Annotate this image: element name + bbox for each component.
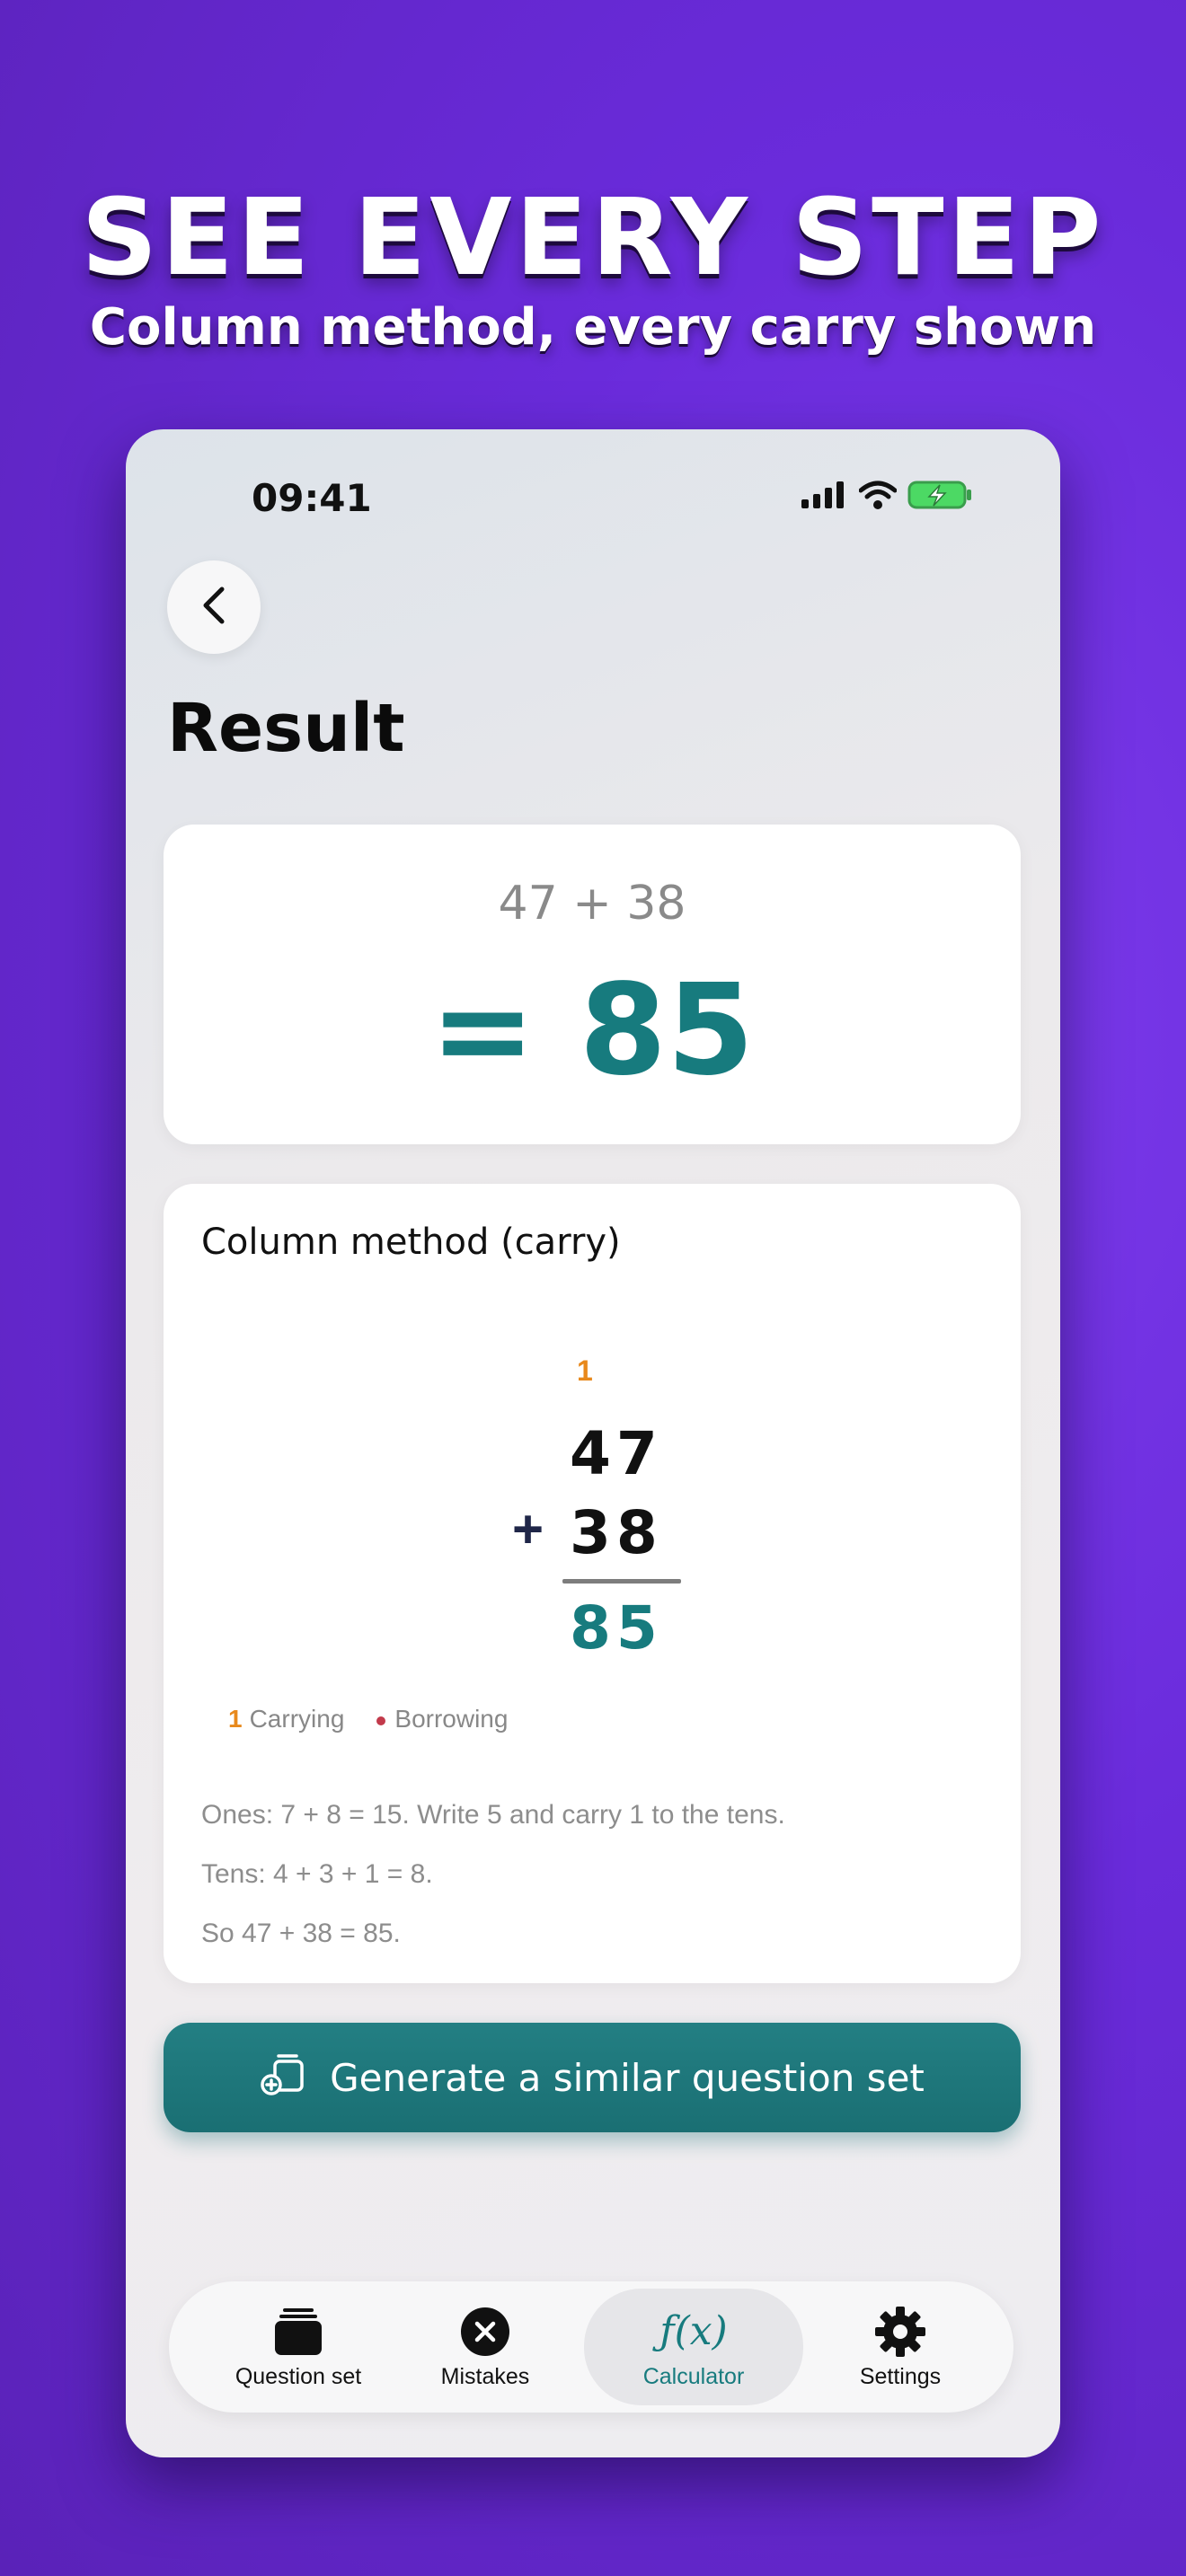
method-legend: 1 Carrying Borrowing: [228, 1705, 508, 1734]
wifi-icon: [858, 481, 898, 514]
tab-label: Settings: [859, 2363, 942, 2389]
legend-borrow-label: Borrowing: [394, 1705, 509, 1733]
legend-carry-mark: 1: [228, 1705, 243, 1733]
promo-subline: Column method, every carry shown: [89, 298, 1097, 357]
new-question-set-icon: [260, 2050, 306, 2105]
stack-icon: [271, 2305, 325, 2359]
first-number: 47: [570, 1419, 663, 1488]
back-button[interactable]: [167, 560, 261, 654]
tab-label: Mistakes: [440, 2363, 530, 2389]
step-ones: Ones: 7 + 8 = 15. Write 5 and carry 1 to…: [201, 1800, 785, 1830]
tab-bar: Question set Mistakes ƒ(x) Calculator Se…: [169, 2281, 1013, 2413]
column-method-card: Column method (carry) 1 47 + 38 85 1 Carr…: [164, 1184, 1021, 1983]
method-title: Column method (carry): [201, 1222, 621, 1263]
step-summary: So 47 + 38 = 85.: [201, 1919, 401, 1948]
gear-icon: [873, 2305, 927, 2359]
chevron-left-icon: [199, 586, 229, 630]
battery-charging-icon: [907, 480, 974, 515]
page-title: Result: [167, 690, 405, 767]
step-tens: Tens: 4 + 3 + 1 = 8.: [201, 1859, 433, 1889]
generate-similar-button[interactable]: Generate a similar question set: [164, 2023, 1021, 2132]
signal-icon: [801, 481, 848, 513]
generate-label: Generate a similar question set: [330, 2055, 925, 2100]
legend-borrowing: Borrowing: [376, 1705, 508, 1734]
tab-label: Calculator: [642, 2363, 745, 2389]
tab-calculator[interactable]: ƒ(x) Calculator: [584, 2289, 803, 2405]
tab-label: Question set: [235, 2363, 362, 2389]
legend-carrying: 1 Carrying: [228, 1705, 344, 1734]
tab-settings[interactable]: Settings: [791, 2289, 1010, 2405]
sum-divider: [562, 1579, 681, 1584]
legend-carry-label: Carrying: [249, 1705, 345, 1733]
tab-mistakes[interactable]: Mistakes: [386, 2289, 584, 2405]
status-time: 09:41: [252, 476, 372, 520]
phone-screen: 09:41 Result 47 + 38 = 85 Column method …: [126, 429, 1060, 2457]
result-card: 47 + 38 = 85: [164, 825, 1021, 1144]
second-number: 38: [570, 1498, 663, 1567]
result-answer: = 85: [429, 957, 755, 1104]
function-icon: ƒ(x): [659, 2308, 728, 2354]
result-expression: 47 + 38: [498, 877, 686, 931]
carry-digit: 1: [577, 1354, 593, 1387]
status-icons: [801, 480, 974, 515]
borrow-dot-icon: [376, 1716, 386, 1725]
promo-headline: SEE EVERY STEP: [81, 175, 1105, 299]
plus-operator: +: [512, 1499, 544, 1559]
tab-question-set[interactable]: Question set: [189, 2289, 408, 2405]
sum-number: 85: [570, 1593, 663, 1663]
x-circle-icon: [460, 2305, 510, 2359]
